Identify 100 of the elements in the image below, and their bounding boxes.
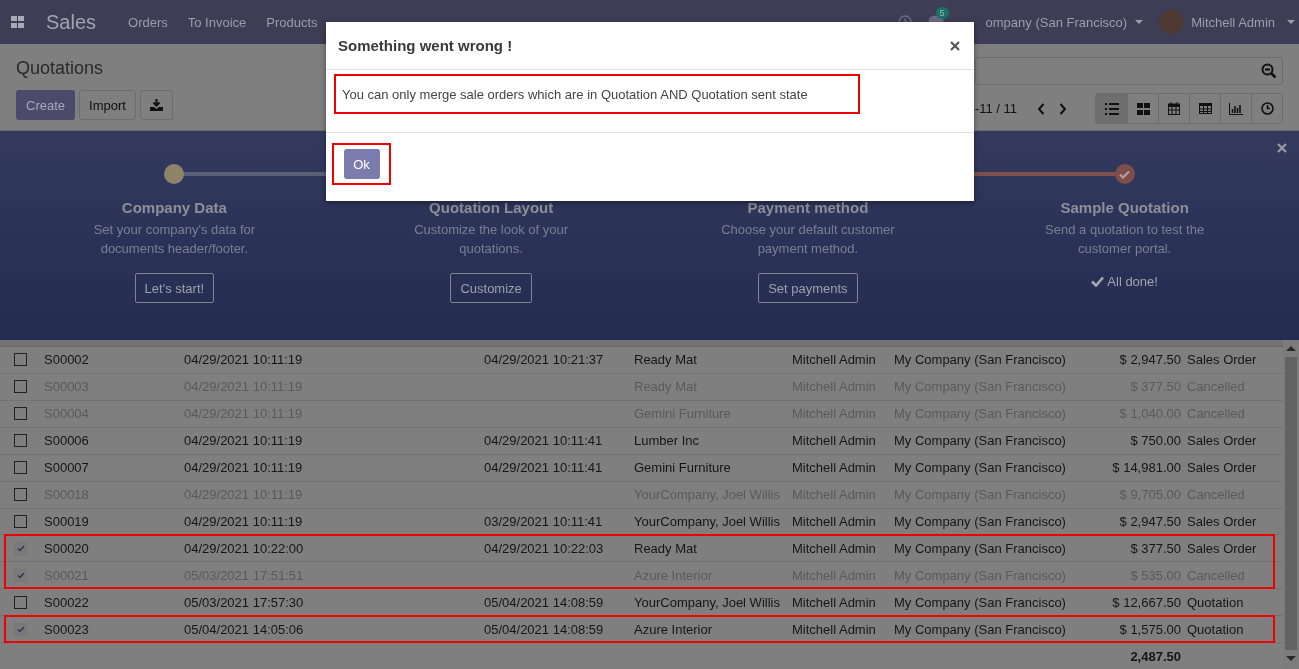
total-amount: 2,487.50 [1130,648,1181,664]
table-cell: My Company (San Francisco) [894,594,1066,610]
table-cell: 05/04/2021 14:05:06 [184,621,304,637]
table-cell: 04/29/2021 10:21:37 [484,352,604,368]
clock-icon [1260,102,1274,115]
row-checkbox[interactable] [14,407,27,421]
table-cell: Sales Order [1187,513,1257,529]
step-button[interactable]: Let's start! [134,273,215,303]
step-button[interactable]: Set payments [758,273,858,303]
table-cell: Ready Mat [634,540,697,556]
table-cell: $ 14,981.00 [1112,460,1181,476]
download-icon [149,99,163,111]
table-cell: Sales Order [1187,540,1257,556]
row-checkbox[interactable] [14,595,27,609]
table-cell: 05/04/2021 14:08:59 [484,594,604,610]
step-title: Payment method [747,199,869,216]
pager-value: -11 / 11 [974,101,1017,116]
menu-item[interactable]: Products [256,14,328,30]
done-label: All done! [1107,274,1158,289]
menu-item[interactable]: Orders [118,14,178,30]
table-cell: My Company (San Francisco) [894,513,1066,529]
create-button[interactable]: Create [16,90,76,120]
row-checkbox[interactable] [14,488,27,502]
table-cell: $ 1,575.00 [1119,621,1181,637]
step-button[interactable]: Customize [450,273,532,303]
search-icon[interactable] [1261,63,1277,79]
table-cell: Mitchell Admin [792,540,876,556]
table-cell: 04/29/2021 10:11:19 [184,433,303,449]
table-cell: 04/29/2021 10:11:41 [484,460,603,476]
notification-badge: 5 [935,7,949,19]
table-cell: $ 750.00 [1130,433,1181,449]
calendar-icon [1168,102,1180,115]
table-cell: S00023 [44,621,89,637]
step-description: Send a quotation to test the customer portal. [1044,221,1206,258]
row-checkbox[interactable] [14,380,27,394]
row-checkbox[interactable] [14,541,27,555]
menu-item[interactable]: To Invoice [177,14,257,30]
row-checkbox[interactable] [14,622,27,636]
table-icon [1198,103,1212,114]
previous-icon[interactable] [1037,102,1045,115]
table-cell: YourCompany, Joel Willis [634,594,780,610]
table-cell: $ 2,947.50 [1119,513,1181,529]
error-message: You can only merge sale orders which are in Quotation AND Quotation sent state [334,74,860,114]
table-cell: My Company (San Francisco) [894,352,1066,368]
close-icon[interactable] [1277,143,1287,153]
table-cell: My Company (San Francisco) [894,433,1066,449]
row-checkbox[interactable] [14,568,27,582]
table-cell: Azure Interior [634,621,713,637]
avatar-placeholder [1159,10,1184,34]
apps-grid-icon[interactable] [11,16,24,28]
table-cell: My Company (San Francisco) [894,621,1066,637]
step-description: Set your company's data for documents header/footer. [92,221,257,258]
table-cell: Lumber Inc [634,433,700,449]
company-switcher-partly-hidden[interactable]: ompany (San Francisco) [985,14,1144,30]
table-cell: Sales Order [1187,433,1257,449]
table-cell: My Company (San Francisco) [894,540,1066,556]
table-cell: 05/04/2021 14:08:59 [484,621,604,637]
table-cell: S00006 [44,433,89,449]
table-cell: Ready Mat [634,352,697,368]
step-title: Sample Quotation [1060,199,1189,216]
checkmark-icon [1091,276,1105,287]
next-icon[interactable] [1059,102,1067,115]
import-button[interactable]: Import [79,90,136,120]
table-cell: My Company (San Francisco) [894,460,1066,476]
row-checkbox[interactable] [14,353,27,367]
grid-icon [1136,102,1150,115]
table-cell: YourCompany, Joel Willis [634,513,780,529]
row-checkbox[interactable] [14,514,27,528]
row-checkbox[interactable] [14,434,27,448]
table-cell: 04/29/2021 10:11:19 [184,460,303,476]
table-cell: S00002 [44,352,89,368]
step-description: Customize the look of your quotations. [413,221,570,258]
activity-view-button[interactable] [1251,94,1282,123]
list-view-button[interactable] [1096,94,1127,123]
close-icon[interactable] [950,40,960,51]
table-cell: 04/29/2021 10:11:41 [484,433,603,449]
table-cell: Mitchell Admin [792,621,876,637]
ok-button[interactable]: Ok [343,149,380,179]
table-cell: $ 2,947.50 [1119,352,1181,368]
table-cell: $ 12,667.50 [1112,594,1181,610]
search-field[interactable] [975,57,1283,85]
table-cell: S00007 [44,460,89,476]
table-cell: Mitchell Admin [792,594,876,610]
table-cell: Mitchell Admin [792,513,876,529]
step-description: Choose your default customer payment method. [720,221,896,258]
bar-chart-icon [1229,102,1243,115]
table-cell: S00020 [44,540,89,556]
table-cell: Sales Order [1187,460,1257,476]
table-cell: 04/29/2021 10:11:19 [184,513,303,529]
step-title: Company Data [121,199,227,216]
step-title: Quotation Layout [429,199,554,216]
user-menu[interactable]: Mitchell Admin [1159,10,1295,34]
dialog-title: Something went wrong ! [338,37,513,54]
table-cell: Mitchell Admin [792,460,876,476]
table-cell: $ 377.50 [1130,540,1181,556]
row-checkbox[interactable] [14,461,27,475]
download-button[interactable] [139,90,173,120]
table-cell: Quotation [1187,594,1244,610]
table-cell: Mitchell Admin [792,433,876,449]
table-cell: 04/29/2021 10:22:00 [184,540,304,556]
